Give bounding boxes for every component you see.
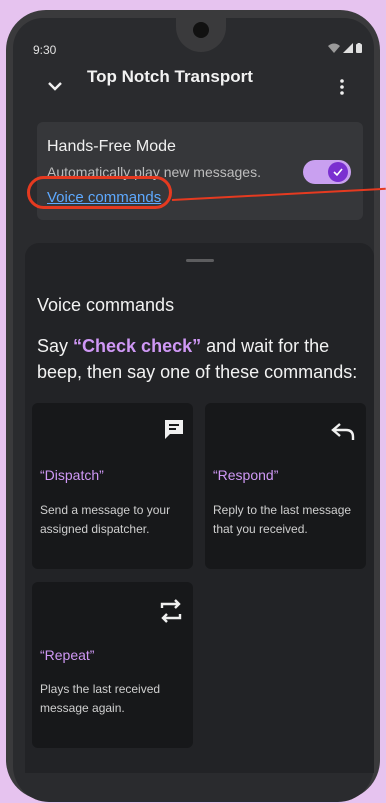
chevron-down-icon[interactable] (45, 78, 65, 94)
instruction-prefix: Say (37, 336, 74, 356)
status-time: 9:30 (33, 43, 57, 57)
sheet-title: Voice commands (37, 295, 175, 315)
command-desc-dispatch: Send a message to your assigned dispatch… (40, 503, 171, 536)
status-icons (328, 43, 362, 53)
instruction-text: Say “Check check” and wait for the beep,… (37, 333, 362, 385)
drag-handle[interactable] (186, 259, 214, 262)
app-title: Top Notch Transport (87, 67, 253, 86)
wifi-icon (328, 43, 340, 53)
command-name-respond: “Respond” (213, 467, 279, 483)
check-icon (333, 168, 343, 177)
more-vert-icon[interactable] (337, 78, 347, 96)
command-name-dispatch: “Dispatch” (40, 467, 104, 483)
reply-icon (331, 423, 355, 440)
command-desc-respond: Reply to the last message that you recei… (213, 503, 352, 536)
front-camera (193, 22, 209, 38)
signal-icon (343, 43, 353, 53)
command-desc-repeat: Plays the last received message again. (40, 682, 161, 715)
battery-icon (356, 43, 362, 53)
toggle-knob[interactable] (328, 162, 348, 182)
message-icon (165, 420, 183, 439)
instruction-keyword: “Check check” (73, 336, 202, 356)
command-name-repeat: “Repeat” (40, 647, 95, 663)
hands-free-title: Hands-Free Mode (47, 138, 176, 155)
highlight-outline (27, 176, 172, 209)
repeat-icon (160, 599, 182, 623)
